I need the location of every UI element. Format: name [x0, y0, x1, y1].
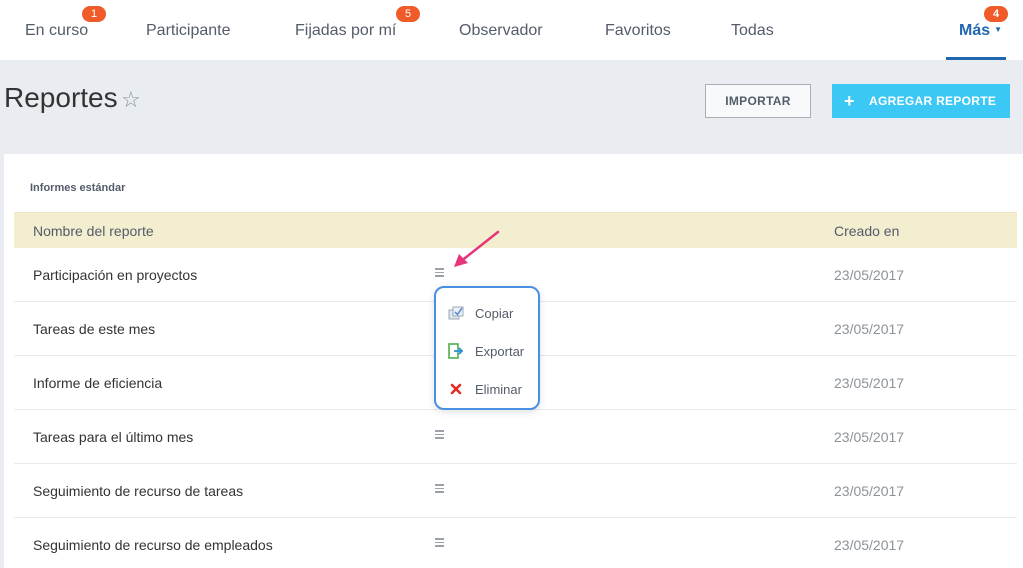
- report-name[interactable]: Tareas de este mes: [33, 321, 155, 337]
- menu-item-label: Exportar: [475, 344, 525, 359]
- table-row[interactable]: Seguimiento de recurso de empleados 23/0…: [14, 518, 1017, 568]
- add-report-button[interactable]: + AGREGAR REPORTE: [832, 84, 1010, 118]
- menu-icon[interactable]: [435, 430, 445, 440]
- context-menu: Copiar Exportar Eliminar: [434, 286, 540, 410]
- table-row[interactable]: Seguimiento de recurso de tareas 23/05/2…: [14, 464, 1017, 518]
- menu-item-export[interactable]: Exportar: [448, 340, 538, 362]
- tab-en-curso[interactable]: En curso 1: [25, 6, 106, 40]
- report-name[interactable]: Seguimiento de recurso de empleados: [33, 537, 273, 553]
- copy-icon: [448, 306, 464, 320]
- counter-badge: 4: [984, 6, 1008, 22]
- created-date: 23/05/2017: [834, 429, 905, 445]
- tab-label: Participante: [146, 22, 231, 39]
- tab-label: Todas: [731, 22, 774, 39]
- top-navigation: En curso 1 Participante Fijadas por mí 5…: [0, 0, 1023, 60]
- export-icon: [448, 343, 464, 359]
- report-name[interactable]: Seguimiento de recurso de tareas: [33, 483, 243, 499]
- plus-icon: +: [844, 91, 855, 111]
- tab-fijadas-por-mi[interactable]: Fijadas por mí 5: [295, 6, 420, 40]
- created-date: 23/05/2017: [834, 537, 905, 553]
- tab-todas[interactable]: Todas: [731, 22, 774, 40]
- tab-favoritos[interactable]: Favoritos: [605, 22, 671, 40]
- tab-label: Favoritos: [605, 22, 671, 39]
- menu-item-label: Eliminar: [475, 382, 522, 397]
- tab-observador[interactable]: Observador: [459, 22, 543, 40]
- tab-mas[interactable]: Más ▼ 4: [959, 6, 1008, 40]
- menu-icon[interactable]: [435, 484, 445, 494]
- menu-item-delete[interactable]: Eliminar: [448, 378, 538, 400]
- tab-label: Más: [959, 22, 991, 39]
- table-header: Nombre del reporte Creado en: [14, 212, 1017, 248]
- report-name[interactable]: Tareas para el último mes: [33, 429, 193, 445]
- tab-participante[interactable]: Participante: [146, 22, 231, 40]
- counter-badge: 1: [82, 6, 106, 22]
- report-name[interactable]: Participación en proyectos: [33, 267, 197, 283]
- created-date: 23/05/2017: [834, 483, 905, 499]
- section-title: Informes estándar: [30, 182, 126, 194]
- import-button[interactable]: IMPORTAR: [705, 84, 811, 118]
- created-date: 23/05/2017: [834, 375, 905, 391]
- delete-icon: [450, 383, 462, 395]
- created-date: 23/05/2017: [834, 321, 905, 337]
- created-date: 23/05/2017: [834, 267, 905, 283]
- counter-badge: 5: [396, 6, 420, 22]
- menu-item-copy[interactable]: Copiar: [448, 302, 538, 324]
- menu-item-label: Copiar: [475, 306, 514, 321]
- tab-label: Observador: [459, 22, 543, 39]
- page-header: Reportes ☆ IMPORTAR + AGREGAR REPORTE: [0, 60, 1023, 140]
- report-name[interactable]: Informe de eficiencia: [33, 375, 162, 391]
- menu-icon[interactable]: [435, 268, 445, 278]
- add-report-label: AGREGAR REPORTE: [869, 94, 997, 108]
- page-title: Reportes: [4, 82, 118, 113]
- star-icon[interactable]: ☆: [121, 87, 141, 113]
- table-row[interactable]: Tareas para el último mes 23/05/2017: [14, 410, 1017, 464]
- annotation-arrow-icon: [454, 230, 500, 267]
- menu-icon[interactable]: [435, 538, 445, 548]
- chevron-down-icon: ▼: [994, 25, 1003, 34]
- tab-label: En curso: [25, 22, 89, 39]
- tab-label: Fijadas por mí: [295, 22, 397, 39]
- column-header-created: Creado en: [834, 223, 900, 239]
- column-header-name: Nombre del reporte: [33, 223, 154, 239]
